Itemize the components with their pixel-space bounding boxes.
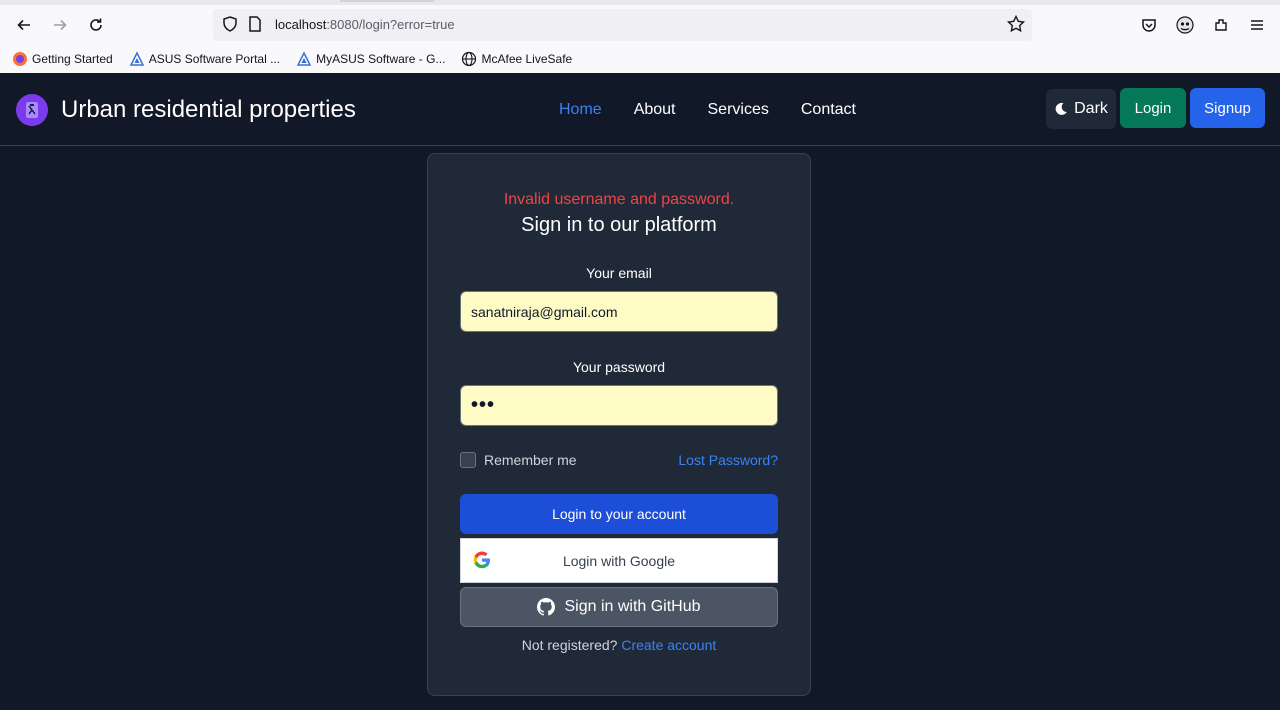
forward-arrow-icon[interactable] — [46, 11, 74, 39]
account-icon[interactable] — [1171, 11, 1199, 39]
nav-services[interactable]: Services — [708, 101, 769, 119]
shield-icon[interactable] — [221, 15, 239, 38]
password-label: Your password — [572, 359, 666, 375]
github-label: Sign in with GitHub — [564, 598, 701, 615]
url-path: :8080/login?error=true — [326, 17, 455, 32]
login-submit-button[interactable]: Login to your account — [460, 494, 778, 534]
github-login-button[interactable]: Sign in with GitHub — [460, 587, 778, 627]
register-text: Not registered? — [521, 637, 618, 653]
google-login-button[interactable]: Login with Google — [460, 538, 778, 583]
nav-home[interactable]: Home — [559, 101, 602, 119]
remember-label[interactable]: Remember me — [484, 452, 577, 468]
bookmark-mcafee[interactable]: McAfee LiveSafe — [461, 51, 572, 67]
firefox-icon — [12, 51, 28, 67]
bookmark-label: Getting Started — [32, 52, 113, 66]
active-tab-edge[interactable] — [340, 0, 434, 2]
extensions-icon[interactable] — [1207, 11, 1235, 39]
email-label: Your email — [586, 265, 652, 281]
logo-icon[interactable] — [16, 94, 48, 126]
bookmark-label: ASUS Software Portal ... — [148, 52, 281, 66]
google-label: Login with Google — [562, 552, 676, 569]
back-arrow-icon[interactable] — [10, 11, 38, 39]
nav-contact[interactable]: Contact — [801, 101, 856, 119]
theme-toggle-button[interactable]: Dark — [1046, 89, 1116, 129]
browser-toolbar: localhost:8080/login?error=true — [0, 5, 1280, 46]
brand-title[interactable]: Urban residential properties — [61, 96, 356, 124]
google-icon — [472, 550, 492, 573]
url-host: localhost — [275, 17, 327, 32]
star-icon[interactable] — [1006, 14, 1026, 39]
github-icon — [537, 598, 556, 616]
remember-me: Remember me — [460, 452, 577, 468]
login-card: Invalid username and password. Sign in t… — [427, 153, 811, 696]
asus-icon — [129, 51, 145, 67]
url-text[interactable]: localhost:8080/login?error=true — [275, 17, 455, 32]
signup-button[interactable]: Signup — [1190, 88, 1265, 128]
login-button[interactable]: Login — [1120, 88, 1186, 128]
moon-icon — [1054, 102, 1068, 116]
register-prompt: Not registered? Create account — [428, 637, 810, 653]
error-message: Invalid username and password. — [503, 191, 735, 208]
pocket-icon[interactable] — [1135, 11, 1163, 39]
password-field[interactable]: ••• — [460, 385, 778, 426]
url-bar[interactable]: localhost:8080/login?error=true — [213, 9, 1032, 41]
site-header: Urban residential properties Home About … — [0, 73, 1280, 146]
form-title: Sign in to our platform — [521, 214, 717, 236]
reload-icon[interactable] — [82, 11, 110, 39]
browser-chrome: localhost:8080/login?error=true Getting … — [0, 0, 1280, 73]
globe-icon — [461, 51, 477, 67]
page-icon[interactable] — [247, 15, 263, 38]
remember-checkbox[interactable] — [460, 452, 476, 468]
create-account-link[interactable]: Create account — [621, 637, 716, 653]
bookmark-myasus[interactable]: MyASUS Software - G... — [296, 51, 445, 67]
bookmarks-bar: Getting Started ASUS Software Portal ...… — [0, 48, 1280, 70]
nav-about[interactable]: About — [634, 101, 676, 119]
bookmark-label: McAfee LiveSafe — [481, 52, 573, 66]
lost-password-link[interactable]: Lost Password? — [678, 452, 778, 468]
bookmark-label: MyASUS Software - G... — [316, 52, 446, 66]
theme-label: Dark — [1074, 100, 1108, 117]
bookmark-asus-portal[interactable]: ASUS Software Portal ... — [129, 51, 280, 67]
main-nav: Home About Services Contact — [559, 101, 888, 119]
email-field[interactable]: sanatniraja@gmail.com — [460, 291, 778, 332]
menu-icon[interactable] — [1243, 11, 1271, 39]
asus-icon — [296, 51, 312, 67]
password-value: ••• — [471, 394, 496, 416]
bookmark-getting-started[interactable]: Getting Started — [12, 51, 113, 67]
